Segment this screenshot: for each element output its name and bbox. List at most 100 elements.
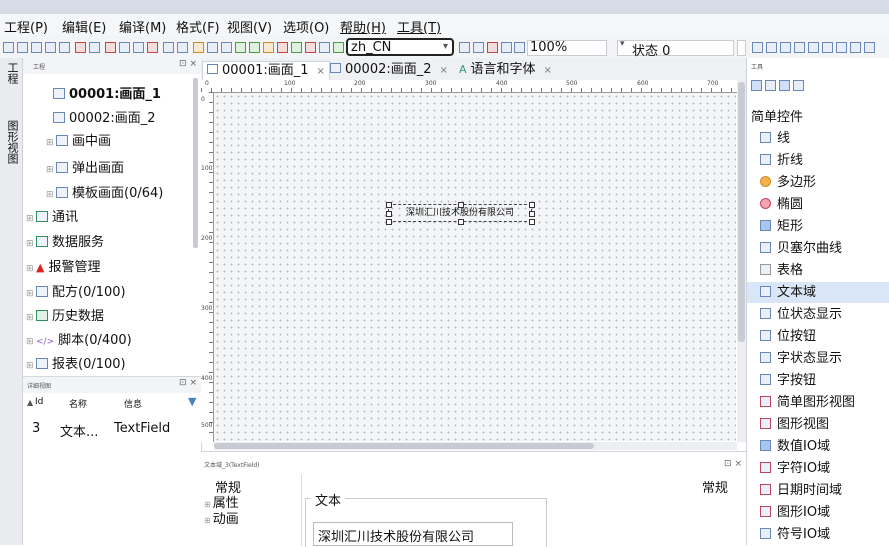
grid-icon[interactable] [473, 42, 484, 53]
menu-view[interactable]: 视图(V) [227, 17, 272, 36]
download-device-icon[interactable] [249, 42, 260, 53]
refresh-icon[interactable] [263, 42, 274, 53]
canvas-horizontal-scrollbar[interactable] [214, 442, 737, 450]
locale-select[interactable]: zh_CN ▾ [346, 38, 454, 56]
tree-item-history[interactable]: ⊞ 历史数据 [26, 306, 104, 328]
close-icon[interactable]: × [317, 66, 325, 77]
tool-bit-button[interactable]: 位按钮 [747, 326, 889, 347]
column-header-name[interactable]: 名称 [69, 397, 87, 410]
resize-handle[interactable] [386, 211, 392, 217]
resize-handle[interactable] [386, 219, 392, 225]
align-bottom-icon[interactable] [822, 42, 833, 53]
close-icon[interactable]: × [544, 65, 552, 76]
tree-item-script[interactable]: ⊞ </> 脚本(0/400) [26, 330, 132, 352]
align-top-icon[interactable] [794, 42, 805, 53]
expand-icon[interactable]: ⊞ [46, 184, 56, 206]
zoom-in-icon[interactable] [501, 42, 512, 53]
expand-icon[interactable]: ⊞ [26, 208, 36, 230]
simulate-icon[interactable] [193, 42, 204, 53]
tool-text-field[interactable]: 文本域 [747, 282, 889, 303]
expand-icon[interactable]: ⊞ [26, 258, 36, 280]
redo-icon[interactable] [89, 42, 100, 53]
language-icon[interactable] [333, 42, 344, 53]
zoom-out-icon[interactable] [514, 42, 525, 53]
tool-bit-state-display[interactable]: 位状态显示 [747, 304, 889, 325]
large-icon-view-icon[interactable] [793, 80, 804, 91]
menu-format[interactable]: 格式(F) [176, 17, 220, 36]
tool-bezier[interactable]: 贝塞尔曲线 [747, 238, 889, 259]
expand-icon[interactable]: ⊞ [26, 233, 36, 255]
download-icon[interactable] [59, 42, 70, 53]
resize-handle[interactable] [458, 202, 464, 208]
resize-handle[interactable] [529, 219, 535, 225]
expand-icon[interactable]: ⊞ [46, 159, 56, 181]
scroll-thumb[interactable] [738, 82, 745, 342]
grid-view-icon[interactable] [779, 80, 790, 91]
tool-b-icon[interactable] [305, 42, 316, 53]
menu-help[interactable]: 帮助(H) [340, 17, 386, 36]
tool-graphic-io[interactable]: 图形IO域 [747, 502, 889, 523]
tree-item-popup[interactable]: ⊞ 弹出画面 [46, 158, 124, 180]
menu-tools[interactable]: 工具(T) [397, 17, 441, 36]
sort-icon[interactable]: ▲ [27, 398, 33, 407]
stop-icon[interactable] [277, 42, 288, 53]
filter-icon[interactable]: ▼ [188, 395, 196, 408]
same-size-icon[interactable] [864, 42, 875, 53]
tree-item-screen-2[interactable]: 00002:画面_2 [53, 108, 156, 130]
close-icon[interactable]: ⊡ × [179, 378, 197, 388]
expand-icon[interactable]: ⊞ [26, 307, 36, 329]
color-icon[interactable] [487, 42, 498, 53]
tool-polygon[interactable]: 多边形 [747, 172, 889, 193]
tab-project[interactable]: 工程 [3, 62, 19, 84]
tool-datetime[interactable]: 日期时间域 [747, 480, 889, 501]
design-canvas[interactable] [214, 93, 736, 441]
tool-word-state-display[interactable]: 字状态显示 [747, 348, 889, 369]
state-select[interactable]: ▾ 状态 0 [617, 39, 734, 59]
undo-icon[interactable] [75, 42, 86, 53]
list-view-icon[interactable] [765, 80, 776, 91]
distribute-h-icon[interactable] [836, 42, 847, 53]
tool-a-icon[interactable] [291, 42, 302, 53]
new-icon[interactable] [3, 42, 14, 53]
tool-graphic-view[interactable]: 图形视图 [747, 414, 889, 435]
offline-sim-icon[interactable] [207, 42, 218, 53]
close-icon[interactable]: ⊡ × [724, 459, 742, 469]
state-spinner[interactable] [737, 40, 746, 56]
menu-edit[interactable]: 编辑(E) [62, 17, 106, 36]
canvas-vertical-scrollbar[interactable] [737, 80, 746, 442]
find-icon[interactable] [177, 42, 188, 53]
tool-simple-graphic-view[interactable]: 简单图形视图 [747, 392, 889, 413]
tab-screen-2[interactable]: 00002:画面_2 × [326, 61, 452, 80]
expand-icon[interactable]: ⊞ [26, 283, 36, 305]
delete-icon[interactable] [147, 42, 158, 53]
pointer-icon[interactable] [751, 80, 762, 91]
zoom-select[interactable]: 100% [527, 40, 607, 56]
tool-ellipse[interactable]: 椭圆 [747, 194, 889, 215]
align-center-icon[interactable] [766, 42, 777, 53]
tree-item-report[interactable]: ⊞ 报表(0/100) [26, 354, 126, 376]
compile-icon[interactable] [163, 42, 174, 53]
tree-item-screen-1[interactable]: 00001:画面_1 [53, 84, 161, 106]
paste-icon[interactable] [133, 42, 144, 53]
distribute-v-icon[interactable] [850, 42, 861, 53]
tree-item-alarm[interactable]: ⊞ ▲ 报警管理 [26, 257, 100, 279]
resize-handle[interactable] [458, 219, 464, 225]
tree-item-recipe[interactable]: ⊞ 配方(0/100) [26, 282, 126, 304]
text-input[interactable]: 深圳汇川技术股份有限公司 [313, 522, 513, 546]
resize-handle[interactable] [529, 202, 535, 208]
expand-icon[interactable]: ⊞ [46, 132, 56, 154]
tool-line[interactable]: 线 [747, 128, 889, 149]
save-icon[interactable] [31, 42, 42, 53]
tool-c-icon[interactable] [319, 42, 330, 53]
resize-handle[interactable] [529, 211, 535, 217]
print-icon[interactable] [45, 42, 56, 53]
resize-handle[interactable] [386, 202, 392, 208]
column-header-id[interactable]: Id [35, 397, 43, 407]
align-left-icon[interactable] [752, 42, 763, 53]
expand-icon[interactable]: ⊞ [26, 331, 36, 353]
tool-symbol-io[interactable]: 符号IO域 [747, 524, 889, 545]
tab-language-font[interactable]: A 语言和字体 × [455, 61, 556, 80]
column-header-info[interactable]: 信息 [124, 397, 142, 410]
tool-rectangle[interactable]: 矩形 [747, 216, 889, 237]
tree-scrollbar[interactable] [193, 78, 198, 248]
